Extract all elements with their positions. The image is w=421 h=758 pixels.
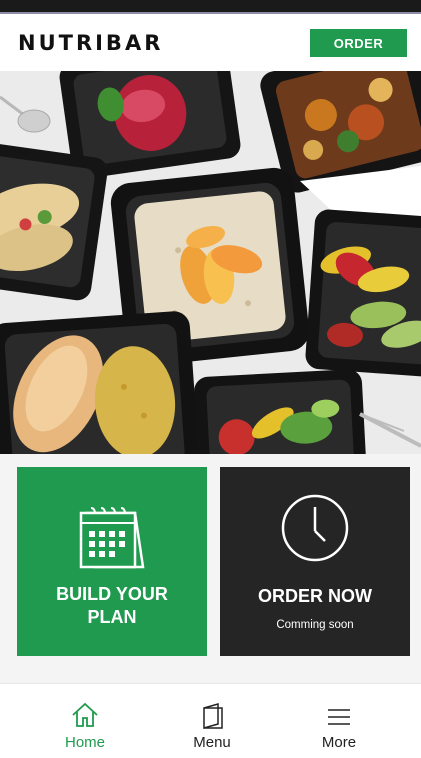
nav-home[interactable]: Home xyxy=(30,684,140,758)
nav-more-label: More xyxy=(321,734,357,751)
menu-book-icon xyxy=(157,702,267,730)
nav-more[interactable]: More xyxy=(284,684,394,758)
hamburger-icon xyxy=(284,708,394,726)
nav-menu[interactable]: Menu xyxy=(157,684,267,758)
status-strip xyxy=(0,0,421,14)
home-icon xyxy=(30,702,140,728)
order-now-title: ORDER NOW xyxy=(258,586,372,606)
action-tiles: BUILD YOUR PLAN ORDER NOW Comming soon xyxy=(0,454,421,683)
brand-logo: NUTRIBAR xyxy=(18,31,164,55)
grilled-vegetables-container xyxy=(305,209,421,378)
salad-container xyxy=(194,369,367,454)
bottom-navigation: Home Menu More xyxy=(0,683,421,758)
calendar-icon xyxy=(17,505,207,575)
order-now-tile[interactable]: ORDER NOW Comming soon xyxy=(220,467,410,656)
order-button[interactable]: ORDER xyxy=(310,29,407,57)
nav-menu-label: Menu xyxy=(193,734,231,751)
app-header: NUTRIBAR ORDER xyxy=(0,14,421,71)
build-plan-title-line1: BUILD YOUR xyxy=(56,584,168,604)
nav-home-label: Home xyxy=(64,734,105,751)
build-plan-title-line2: PLAN xyxy=(87,607,137,627)
meal-containers-illustration xyxy=(0,71,421,454)
order-now-subtitle: Comming soon xyxy=(276,619,354,631)
chicken-couscous-container xyxy=(0,311,199,454)
clock-icon xyxy=(220,493,410,563)
hero-food-image xyxy=(0,71,421,454)
build-your-plan-tile[interactable]: BUILD YOUR PLAN xyxy=(17,467,207,656)
